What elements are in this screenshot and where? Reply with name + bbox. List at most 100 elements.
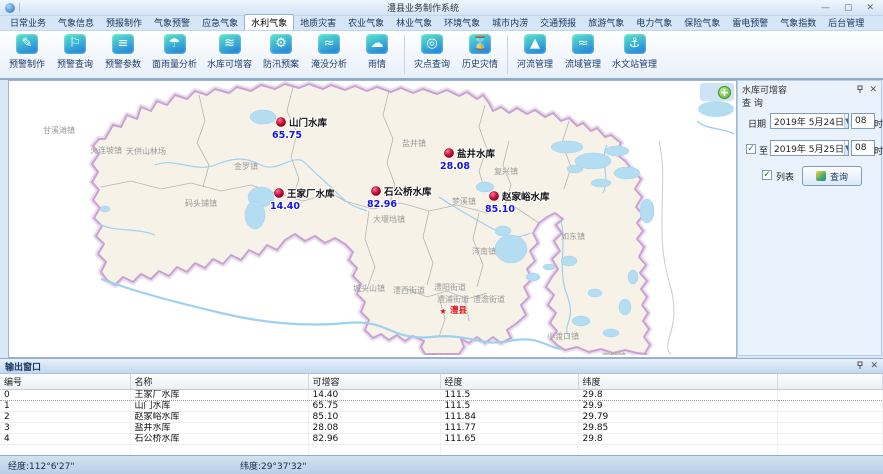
column-header[interactable]: 经度	[440, 374, 578, 390]
table-cell: 3	[0, 423, 130, 434]
toolbar-button-灾点查询[interactable]: ◎灾点查询	[408, 31, 456, 78]
tab-11[interactable]: 交通预报	[534, 15, 582, 30]
toolbar-button-label: 预警制作	[9, 57, 45, 70]
town-label: 澧浦街道	[437, 294, 469, 304]
toolbar-button-淹没分析[interactable]: ≈淹没分析	[305, 31, 353, 78]
maximize-button[interactable]: ▢	[844, 3, 853, 13]
toolbar-button-流域管理[interactable]: ≈流域管理	[559, 31, 607, 78]
tab-17[interactable]: 后台管理	[822, 15, 870, 30]
toolbar-group-separator	[404, 35, 405, 74]
toolbar-button-预警参数[interactable]: ≡预警参数	[99, 31, 147, 78]
tab-2[interactable]: 预报制作	[100, 15, 148, 30]
toolbar-group-separator	[507, 35, 508, 74]
tab-16[interactable]: 气象指数	[774, 15, 822, 30]
toolbar-button-label: 流域管理	[565, 57, 601, 70]
table-cell: 山门水库	[130, 401, 308, 412]
map-panel[interactable]: 甘溪滩镇火连坡镇天供山林场金罗镇盐井镇复兴镇码头铺镇梦溪镇大堰垱镇涔南镇如东镇城…	[8, 80, 737, 358]
town-label: 天供山林场	[126, 146, 166, 156]
hydro-station-manage-icon: ⚓	[624, 34, 646, 54]
panel-close-icon[interactable]: ✕	[869, 85, 877, 95]
table-row[interactable]: 3盐井水库28.08111.7729.85	[0, 423, 883, 434]
table-row[interactable]: 0王家厂水库14.40111.529.8	[0, 390, 883, 401]
tab-7[interactable]: 农业气象	[342, 15, 390, 30]
reservoir-capacity-panel: 水库可增容 ✕ 查 询 日期 2019年 5月24日▼ 08 时 ✓ 至 201…	[737, 80, 882, 356]
toolbar-button-面雨量分析[interactable]: ☂面雨量分析	[147, 31, 202, 78]
table-cell: 赵家峪水库	[130, 412, 308, 423]
table-row[interactable]: 2赵家峪水库85.10111.8429.79	[0, 412, 883, 423]
tab-4[interactable]: 应急气象	[196, 15, 244, 30]
toolbar-button-label: 水库可增容	[207, 57, 252, 70]
table-cell: 82.96	[308, 434, 440, 445]
tab-1[interactable]: 气象信息	[52, 15, 100, 30]
tab-3[interactable]: 气象预警	[148, 15, 196, 30]
warning-query-icon: ⚐	[64, 34, 86, 54]
tab-10[interactable]: 城市内涝	[486, 15, 534, 30]
county-seat-label: 澧县	[450, 305, 468, 316]
town-label: 复兴镇	[494, 166, 518, 176]
pin-icon[interactable]	[856, 85, 864, 94]
tab-9[interactable]: 环境气象	[438, 15, 486, 30]
tab-0[interactable]: 日常业务	[4, 15, 52, 30]
to-checkbox[interactable]: ✓	[746, 144, 756, 154]
add-button[interactable]: +	[718, 86, 731, 99]
minimize-button[interactable]: —	[821, 3, 830, 13]
output-close-icon[interactable]: ✕	[870, 361, 878, 371]
start-date-combobox[interactable]: 2019年 5月24日▼	[770, 113, 849, 129]
reservoir-marker[interactable]	[490, 192, 499, 201]
tab-13[interactable]: 电力气象	[630, 15, 678, 30]
tab-8[interactable]: 林业气象	[390, 15, 438, 30]
table-cell: 王家厂水库	[130, 390, 308, 401]
end-date-combobox[interactable]: 2019年 5月25日▼	[770, 140, 849, 156]
tab-14[interactable]: 保险气象	[678, 15, 726, 30]
query-button[interactable]: 查询	[802, 166, 862, 186]
column-header[interactable]: 可增容	[308, 374, 440, 390]
column-header[interactable]: 名称	[130, 374, 308, 390]
table-cell: 盐井水库	[130, 423, 308, 434]
toolbar-button-label: 预警查询	[57, 57, 93, 70]
toolbar-button-水文站管理[interactable]: ⚓水文站管理	[607, 31, 662, 78]
reservoir-marker[interactable]	[277, 118, 286, 127]
toolbar-button-预警查询[interactable]: ⚐ 预警查询	[51, 31, 99, 78]
town-label: 澧阳街道	[434, 282, 466, 292]
warning-params-icon: ≡	[112, 34, 134, 54]
town-label: 澧南镇	[429, 353, 453, 355]
toolbar-button-雨情[interactable]: ☁雨情	[353, 31, 401, 78]
town-label: 大堰垱镇	[373, 214, 405, 224]
column-header[interactable]	[777, 374, 883, 390]
to-label: 至	[759, 144, 768, 157]
toolbar-button-预警制作[interactable]: ✎预警制作	[3, 31, 51, 78]
reservoir-marker[interactable]	[372, 187, 381, 196]
tab-15[interactable]: 雷电预警	[726, 15, 774, 30]
column-header[interactable]: 编号	[0, 374, 130, 390]
town-label: 官垸镇	[602, 351, 626, 355]
end-hour-combobox[interactable]: 08	[851, 140, 875, 156]
reservoir-marker[interactable]	[275, 189, 284, 198]
close-button[interactable]: ✕	[866, 3, 874, 13]
table-cell: 石公桥水库	[130, 434, 308, 445]
pin-icon[interactable]	[856, 361, 864, 370]
town-label: 涔南镇	[472, 246, 496, 256]
reservoir-marker[interactable]	[445, 149, 454, 158]
toolbar-button-防汛预案[interactable]: ⚙防汛预案	[257, 31, 305, 78]
column-header[interactable]: 纬度	[578, 374, 777, 390]
toolbar-button-水库可增容[interactable]: ≋ 水库可增容	[202, 31, 257, 78]
toolbar-button-河流管理[interactable]: ▲河流管理	[511, 31, 559, 78]
chevron-down-icon[interactable]: ▼	[844, 114, 849, 128]
tab-5[interactable]: 水利气象	[244, 14, 294, 30]
county-map[interactable]: 甘溪滩镇火连坡镇天供山林场金罗镇盐井镇复兴镇码头铺镇梦溪镇大堰垱镇涔南镇如东镇城…	[9, 81, 734, 355]
table-cell: 111.5	[440, 390, 578, 401]
chevron-down-icon[interactable]: ▼	[844, 141, 849, 155]
tab-12[interactable]: 旅游气象	[582, 15, 630, 30]
toolbar-button-历史灾情[interactable]: ⌛历史灾情	[456, 31, 504, 78]
output-window: 输出窗口 ✕ 编号名称可增容经度纬度 0王家厂水库14.40111.529.81…	[0, 358, 883, 455]
reservoir-table[interactable]: 编号名称可增容经度纬度 0王家厂水库14.40111.529.81山门水库65.…	[0, 374, 883, 467]
toolbar-button-label: 灾点查询	[414, 57, 450, 70]
table-row[interactable]: 4石公桥水库82.96111.6529.8	[0, 434, 883, 445]
start-hour-combobox[interactable]: 08	[851, 113, 875, 129]
reservoir-capacity-icon: ≋	[219, 34, 241, 54]
tab-6[interactable]: 地质灾害	[294, 15, 342, 30]
table-row[interactable]: 1山门水库65.75111.529.9	[0, 401, 883, 412]
app-logo-icon	[5, 3, 15, 13]
list-checkbox[interactable]: ✓	[762, 170, 772, 180]
table-cell: 111.65	[440, 434, 578, 445]
